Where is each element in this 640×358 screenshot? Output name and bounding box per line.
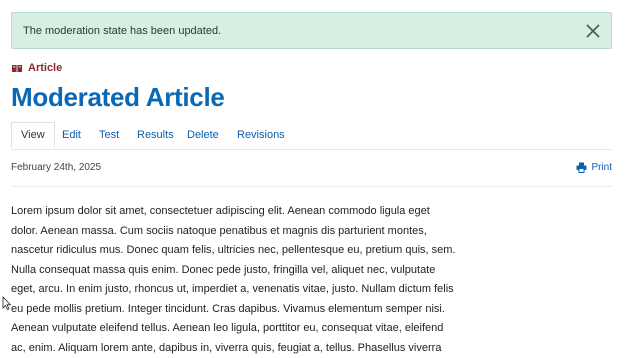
tab-results[interactable]: Results <box>137 122 174 148</box>
book-icon <box>11 62 23 74</box>
mouse-pointer-icon <box>2 296 12 310</box>
article-body: Lorem ipsum dolor sit amet, consectetuer… <box>11 202 461 358</box>
body-line: ac, enim. Aliquam lorem ante, dapibus in… <box>11 339 461 358</box>
page-title: Moderated Article <box>11 82 225 113</box>
body-line: Nulla consequat massa quis enim. Donec p… <box>11 261 461 281</box>
body-line: Aenean vulputate eleifend tellus. Aenean… <box>11 319 461 339</box>
status-message: The moderation state has been updated. <box>11 12 612 49</box>
close-icon[interactable] <box>585 23 601 39</box>
body-line: eget, arcu. In enim justo, rhoncus ut, i… <box>11 280 461 300</box>
tab-delete[interactable]: Delete <box>187 122 219 148</box>
body-line: nascetur ridiculus mus. Donec quam felis… <box>11 241 461 261</box>
tab-revisions[interactable]: Revisions <box>237 122 285 148</box>
body-line: Lorem ipsum dolor sit amet, consectetuer… <box>11 202 461 222</box>
body-line: eu pede mollis pretium. Integer tincidun… <box>11 300 461 320</box>
publish-date: February 24th, 2025 <box>11 162 101 173</box>
tab-test[interactable]: Test <box>99 122 119 148</box>
content-type-row: Article <box>11 61 62 75</box>
divider <box>11 186 612 187</box>
tab-edit[interactable]: Edit <box>62 122 81 148</box>
print-icon <box>576 162 587 173</box>
print-label: Print <box>591 162 612 173</box>
local-tasks-tabs: View Edit Test Results Delete Revisions <box>11 122 612 150</box>
body-line: dolor. Aenean massa. Cum sociis natoque … <box>11 222 461 242</box>
print-link[interactable]: Print <box>576 162 612 173</box>
status-message-text: The moderation state has been updated. <box>23 25 221 37</box>
tab-view[interactable]: View <box>11 122 55 148</box>
content-type-label: Article <box>28 62 62 74</box>
